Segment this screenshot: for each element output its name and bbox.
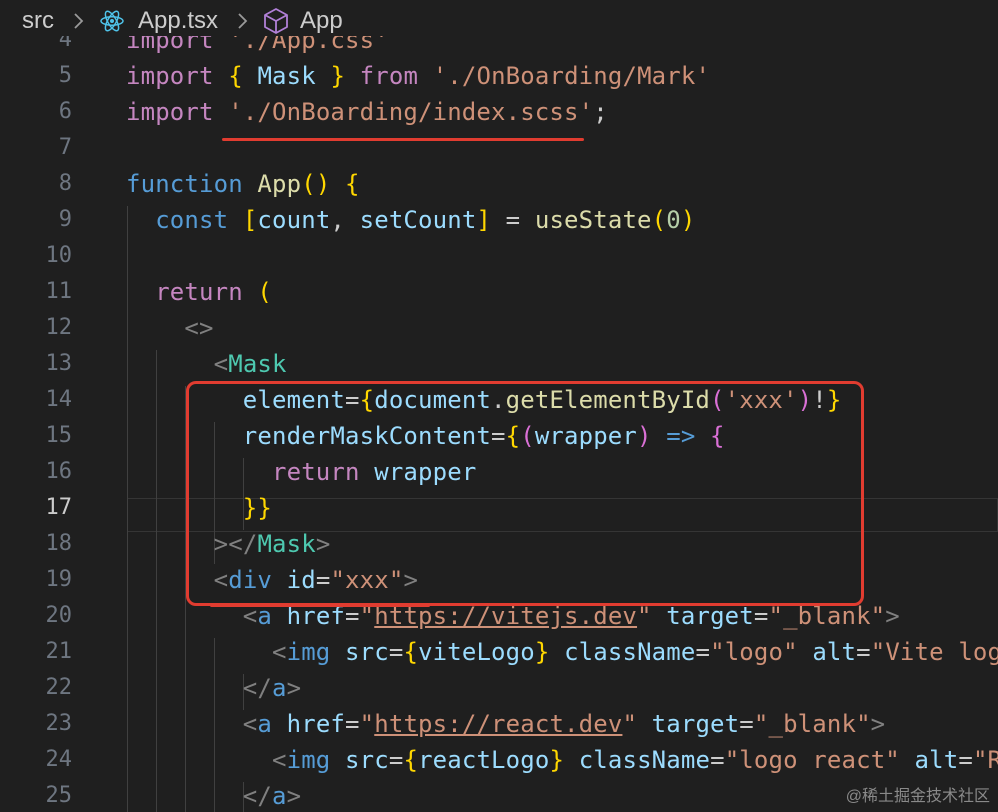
code-line[interactable]: 7 — [0, 130, 998, 166]
code-editor[interactable]: 4 import './App.css' 5 import { Mask } from… — [0, 36, 998, 812]
line-number: 24 — [45, 747, 73, 772]
code-text: import { Mask } from './OnBoarding/Mark' — [126, 62, 711, 90]
line-number: 6 — [58, 99, 72, 124]
line-number: 10 — [45, 243, 73, 268]
line-number: 25 — [45, 783, 73, 808]
chevron-right-icon — [74, 13, 84, 29]
line-number: 18 — [45, 531, 73, 556]
code-text: return ( — [155, 278, 273, 306]
code-line[interactable]: 4 import './App.css' — [0, 36, 998, 58]
breadcrumb-file[interactable]: App.tsx — [138, 6, 218, 36]
code-line[interactable]: 5 import { Mask } from './OnBoarding/Mark… — [0, 58, 998, 94]
code-text: <Mask — [213, 350, 287, 378]
code-line[interactable]: 8 function App() { — [0, 166, 998, 202]
line-number: 17 — [45, 495, 73, 520]
line-number: 4 — [58, 36, 72, 52]
chevron-right-icon — [238, 13, 248, 29]
code-text: <> — [184, 314, 214, 342]
line-number: 11 — [45, 279, 73, 304]
line-number: 9 — [58, 207, 72, 232]
cube-icon — [264, 8, 288, 34]
line-number: 5 — [58, 63, 72, 88]
code-text: import './OnBoarding/index.scss'; — [126, 98, 608, 126]
line-number: 14 — [45, 387, 73, 412]
code-line[interactable]: 12 <> — [0, 310, 998, 346]
code-text: <a href="https://react.dev" target="_bla… — [242, 710, 886, 738]
code-line[interactable]: 9 const [count, setCount] = useState(0) — [0, 202, 998, 238]
code-text: const [count, setCount] = useState(0) — [155, 206, 696, 234]
line-number: 16 — [45, 459, 73, 484]
line-number: 7 — [58, 135, 72, 160]
mask-component-highlight — [186, 381, 864, 606]
line-number: 12 — [45, 315, 73, 340]
code-text: </a> — [242, 782, 302, 810]
line-number: 22 — [45, 675, 73, 700]
code-text: <img src={viteLogo} className="logo" alt… — [272, 638, 998, 666]
scss-import-underline — [222, 138, 584, 141]
line-number: 15 — [45, 423, 73, 448]
code-text: import './App.css' — [126, 36, 389, 54]
code-text: </a> — [242, 674, 302, 702]
code-line[interactable]: 11 return ( — [0, 274, 998, 310]
line-number: 20 — [45, 603, 73, 628]
code-text: function App() { — [126, 170, 360, 198]
code-line[interactable]: 22 </a> — [0, 670, 998, 706]
code-line[interactable]: 6 import './OnBoarding/index.scss'; — [0, 94, 998, 130]
code-line[interactable]: 10 — [0, 238, 998, 274]
code-line[interactable]: 13 <Mask — [0, 346, 998, 382]
code-text: <img src={reactLogo} className="logo rea… — [272, 746, 998, 774]
breadcrumb: src App.tsx App — [0, 0, 998, 40]
div-id-underline — [210, 604, 430, 607]
code-line[interactable]: 23 <a href="https://react.dev" target="_… — [0, 706, 998, 742]
code-line[interactable]: 24 <img src={reactLogo} className="logo … — [0, 742, 998, 778]
watermark: @稀土掘金技术社区 — [845, 788, 990, 805]
line-number: 8 — [58, 171, 72, 196]
react-icon — [100, 10, 124, 32]
code-line[interactable]: 21 <img src={viteLogo} className="logo" … — [0, 634, 998, 670]
line-number: 19 — [45, 567, 73, 592]
line-number: 21 — [45, 639, 73, 664]
breadcrumb-folder[interactable]: src — [22, 6, 54, 36]
breadcrumb-symbol[interactable]: App — [300, 6, 343, 36]
line-number: 13 — [45, 351, 73, 376]
line-number: 23 — [45, 711, 73, 736]
